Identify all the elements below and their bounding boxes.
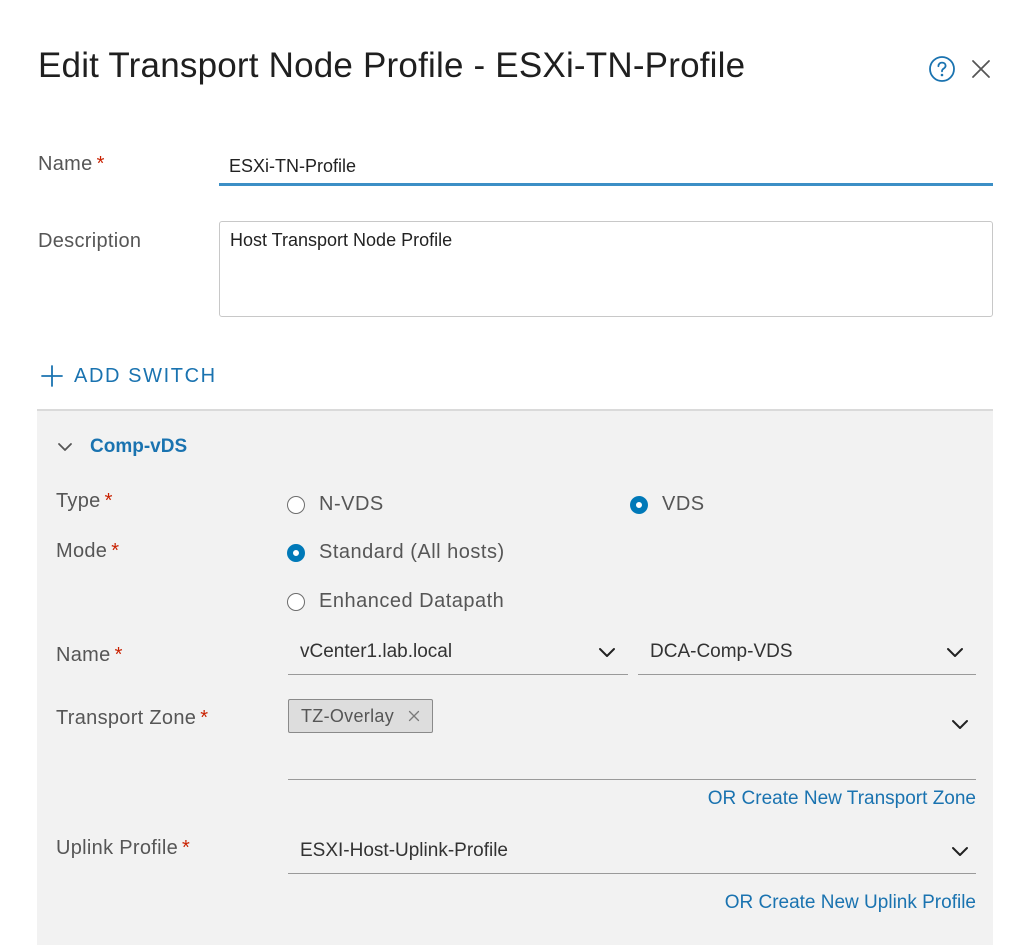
mode-label: Mode *: [56, 540, 119, 563]
transport-zone-label-text: Transport Zone: [56, 707, 197, 729]
mode-radio-standard[interactable]: Standard (All hosts): [287, 541, 505, 564]
required-marker: *: [104, 490, 113, 512]
radio-circle: [287, 592, 305, 611]
mode-label-text: Mode: [56, 540, 108, 562]
create-transport-zone-link[interactable]: OR Create New Transport Zone: [708, 788, 976, 810]
type-label-text: Type: [56, 490, 101, 512]
required-marker: *: [200, 707, 209, 729]
add-switch-button[interactable]: ADD SWITCH: [40, 364, 217, 388]
uplink-profile-select[interactable]: ESXI-Host-Uplink-Profile: [288, 832, 976, 874]
help-circle-icon[interactable]: [928, 55, 956, 83]
switch-name: Comp-vDS: [90, 436, 188, 457]
chevron-down-icon: [947, 648, 963, 657]
plus-icon: [41, 365, 63, 387]
uplink-profile-label-text: Uplink Profile: [56, 837, 179, 859]
type-label: Type *: [56, 490, 113, 513]
vcenter-select[interactable]: vCenter1.lab.local: [288, 633, 628, 675]
name-label: Name *: [38, 153, 105, 176]
uplink-profile-label: Uplink Profile *: [56, 837, 190, 860]
transport-zone-tag-label: TZ-Overlay: [301, 705, 394, 726]
switch-name-label-text: Name: [56, 644, 111, 666]
radio-circle: [287, 495, 305, 514]
radio-circle-checked: [630, 495, 648, 514]
switch-panel-toggle[interactable]: Comp-vDS: [56, 436, 187, 458]
add-switch-label: ADD SWITCH: [74, 364, 217, 387]
transport-zone-label: Transport Zone *: [56, 707, 208, 730]
chevron-down-icon: [952, 720, 968, 729]
transport-zone-multiselect[interactable]: TZ-Overlay: [288, 690, 976, 780]
transport-zone-tag: TZ-Overlay: [288, 699, 433, 733]
switch-name-label: Name *: [56, 644, 123, 667]
uplink-profile-select-value: ESXI-Host-Uplink-Profile: [300, 840, 508, 861]
required-marker: *: [182, 837, 191, 859]
vcenter-select-value: vCenter1.lab.local: [300, 641, 453, 662]
type-option-label: N-VDS: [319, 493, 384, 515]
type-option-label: VDS: [662, 493, 705, 515]
type-radio-vds[interactable]: VDS: [630, 493, 705, 516]
required-marker: *: [96, 153, 105, 175]
mode-option-label: Standard (All hosts): [319, 541, 505, 563]
description-label: Description: [38, 230, 142, 252]
create-uplink-profile-link[interactable]: OR Create New Uplink Profile: [725, 892, 976, 914]
mode-radio-enhanced[interactable]: Enhanced Datapath: [287, 590, 504, 613]
mode-option-label: Enhanced Datapath: [319, 590, 505, 612]
description-textarea[interactable]: Host Transport Node Profile: [219, 221, 993, 317]
vds-select[interactable]: DCA-Comp-VDS: [638, 633, 976, 675]
close-icon[interactable]: [968, 56, 994, 82]
chevron-down-icon: [599, 648, 615, 657]
dialog-title: Edit Transport Node Profile - ESXi-TN-Pr…: [38, 46, 746, 85]
vds-select-value: DCA-Comp-VDS: [650, 641, 793, 662]
required-marker: *: [111, 540, 120, 562]
type-radio-nvds[interactable]: N-VDS: [287, 493, 384, 516]
name-label-text: Name: [38, 153, 93, 175]
remove-tag-icon[interactable]: [408, 710, 420, 722]
radio-circle-checked: [287, 543, 305, 562]
chevron-down-icon: [952, 847, 968, 856]
name-input[interactable]: [219, 150, 993, 186]
required-marker: *: [114, 644, 123, 666]
chevron-down-icon: [58, 443, 72, 451]
